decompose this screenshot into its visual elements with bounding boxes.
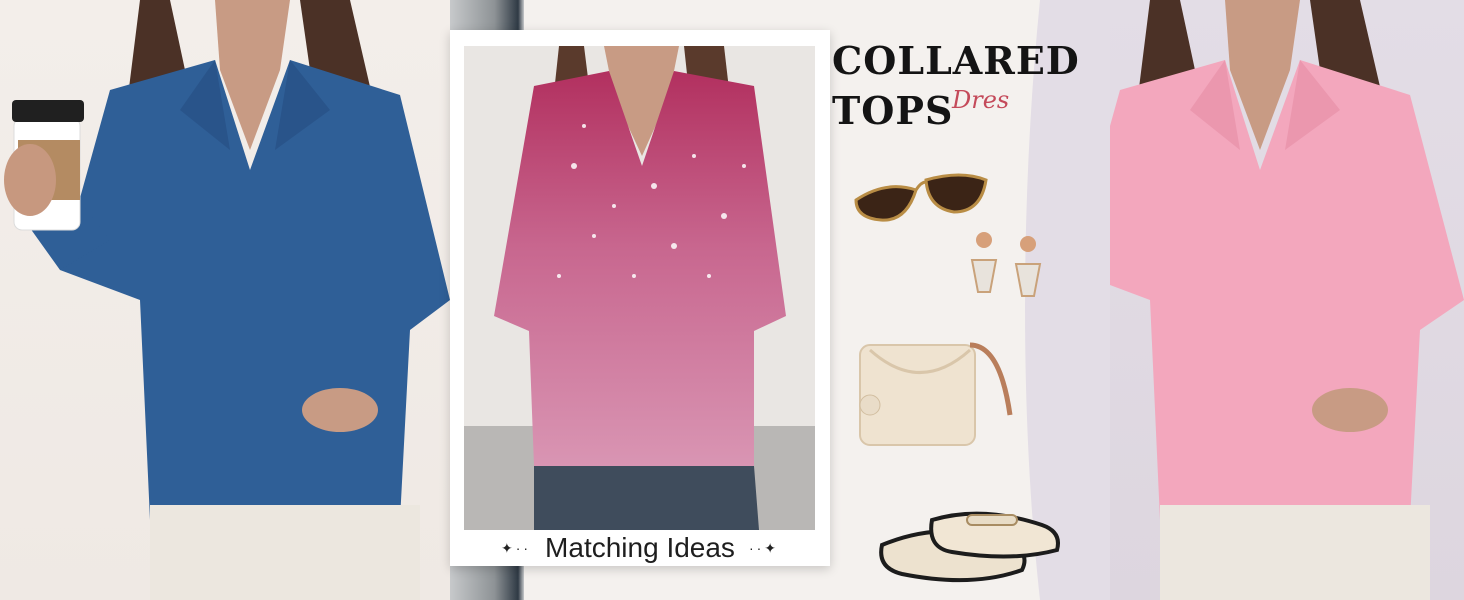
matching-ideas-card: ✦·· Matching Ideas ··✦ xyxy=(450,30,830,566)
model-blue-top-photo xyxy=(4,0,450,600)
sunglasses-icon xyxy=(854,173,988,222)
right-sparkle: ··✦ xyxy=(748,539,779,556)
caption: ✦·· Matching Ideas ··✦ xyxy=(450,530,830,566)
mary-jane-shoes-icon xyxy=(879,511,1060,583)
left-model-panel xyxy=(0,0,450,600)
printed-top-photo xyxy=(464,46,815,530)
caption-text: Matching Ideas xyxy=(545,532,735,563)
left-sparkle: ✦·· xyxy=(500,539,532,556)
earrings-icon xyxy=(970,232,1042,297)
script-text: Dres xyxy=(952,86,1010,114)
headline-line1: COLLARED xyxy=(832,38,1080,83)
straw-bag-icon xyxy=(859,342,1013,446)
